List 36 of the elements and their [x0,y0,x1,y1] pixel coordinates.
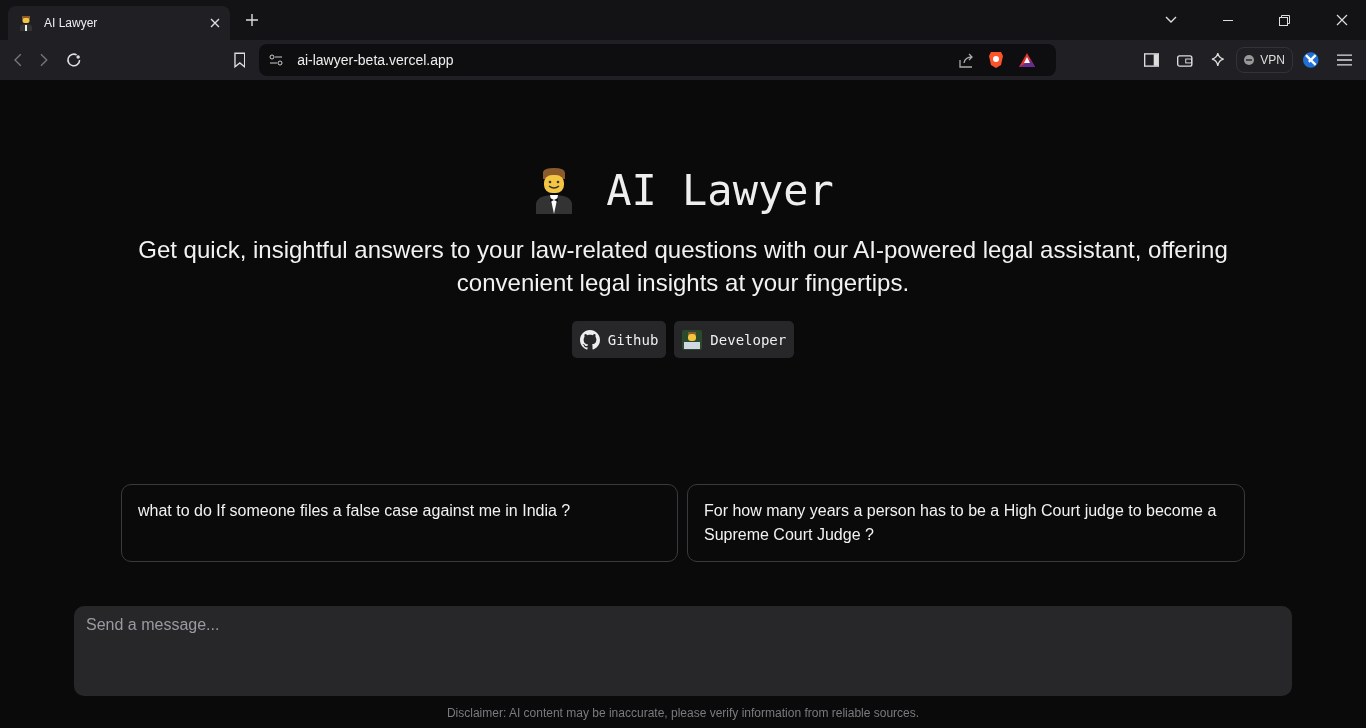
new-tab-icon[interactable] [246,14,258,26]
sidebar-icon[interactable] [1143,53,1160,67]
github-icon [579,329,600,350]
minimize-icon[interactable] [1223,19,1233,21]
sparkle-icon[interactable] [1210,52,1227,68]
vpn-status-icon [1244,55,1255,65]
message-field[interactable]: Send a message... [74,606,1292,696]
restore-icon[interactable] [1279,14,1290,26]
page-title: AI Lawyer [606,166,834,215]
person-at-laptop-icon [682,329,703,350]
site-settings-icon[interactable] [269,54,284,66]
page-description: Get quick, insightful answers to your law-related questions with our AI-powered legal assistant, offering convenient legal insights at your fingertips. [137,235,1229,298]
github-link[interactable]: Github [571,321,667,358]
cross-circle-icon[interactable] [1302,52,1319,68]
back-icon[interactable] [14,53,22,67]
menu-icon[interactable] [1336,54,1353,66]
bookmark-icon[interactable] [233,52,246,68]
disclaimer-text: Disclaimer: AI content may be inaccurate, please verify information from reliable sources. [446,706,920,720]
share-icon[interactable] [957,52,974,68]
vpn-button[interactable]: VPN [1236,47,1293,73]
address-bar[interactable]: ai-lawyer-beta.vercel.app [259,44,1056,76]
close-icon[interactable] [210,18,220,28]
close-icon[interactable] [1336,14,1348,26]
triangle-icon[interactable] [1017,52,1036,68]
reload-icon[interactable] [65,52,82,68]
forward-icon[interactable] [39,53,48,67]
suggestion-card[interactable]: For how many years a person has to be a High Court judge to become a Supreme Court Judge ? [687,484,1245,562]
tab-title: AI Lawyer [44,16,99,30]
url-text: ai-lawyer-beta.vercel.app [297,52,454,68]
suggestion-card[interactable]: what to do If someone files a false case against me in India ? [121,484,678,562]
wallet-icon[interactable] [1177,53,1193,67]
person-in-suit-icon [18,15,34,31]
chevron-down-icon[interactable] [1165,16,1177,24]
developer-link[interactable]: Developer [674,321,795,358]
browser-tab[interactable]: AI Lawyer [8,6,230,40]
lion-shield-icon[interactable] [987,51,1004,69]
